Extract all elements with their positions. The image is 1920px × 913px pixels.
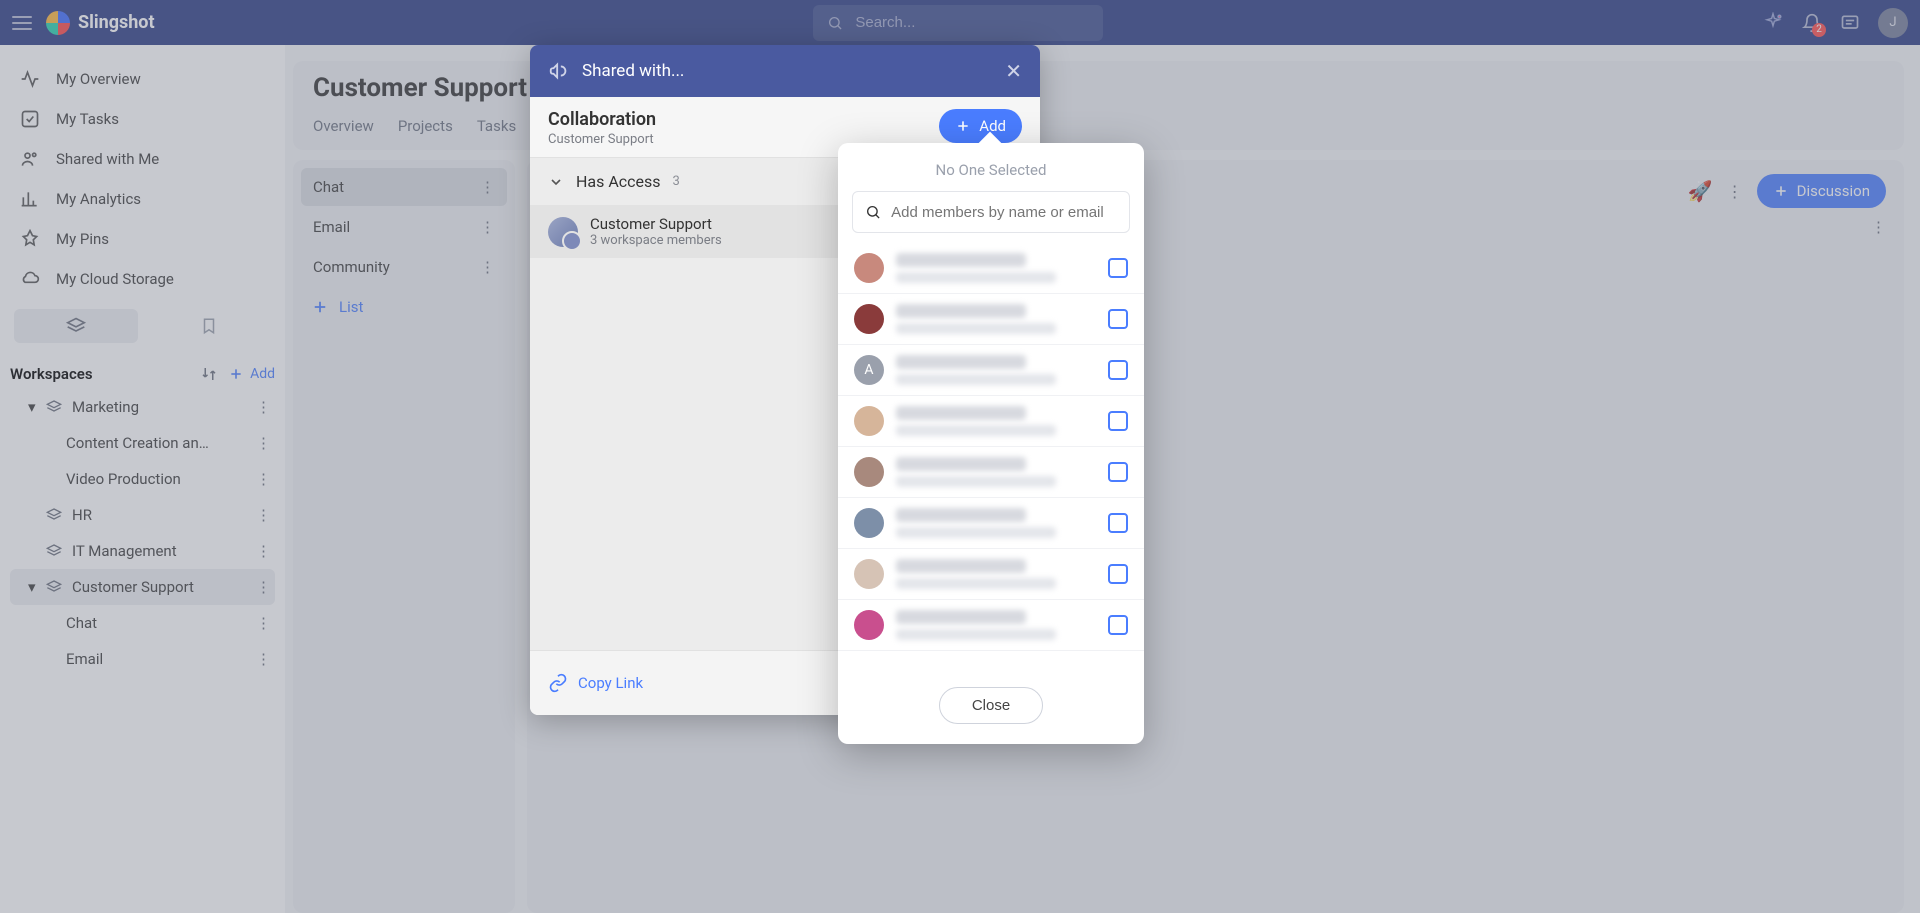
link-icon: [548, 673, 568, 693]
member-checkbox[interactable]: [1108, 360, 1128, 380]
member-info-redacted: [896, 406, 1096, 436]
member-avatar: [548, 217, 578, 247]
member-avatar: [854, 610, 884, 640]
member-avatar: [854, 304, 884, 334]
copy-link-label: Copy Link: [578, 674, 643, 692]
add-label: Add: [979, 117, 1006, 135]
shared-header: Shared with... ✕: [530, 45, 1040, 97]
member-item[interactable]: [838, 243, 1144, 294]
member-info-redacted: [896, 355, 1096, 385]
megaphone-icon: [548, 60, 570, 82]
member-avatar: [854, 457, 884, 487]
member-info-redacted: [896, 508, 1096, 538]
has-access-count: 3: [673, 174, 680, 189]
modal-overlay[interactable]: Shared with... ✕ Collaboration Customer …: [0, 0, 1920, 913]
member-info-redacted: [896, 457, 1096, 487]
shared-title: Shared with...: [582, 61, 684, 81]
member-info-redacted: [896, 610, 1096, 640]
member-item[interactable]: A: [838, 345, 1144, 396]
member-checkbox[interactable]: [1108, 615, 1128, 635]
member-item[interactable]: [838, 447, 1144, 498]
member-name: Customer Support: [590, 215, 722, 233]
member-item[interactable]: [838, 600, 1144, 651]
member-list: A: [838, 243, 1144, 673]
add-button[interactable]: Add: [939, 109, 1022, 143]
member-avatar: [854, 508, 884, 538]
plus-icon: [955, 118, 971, 134]
member-item[interactable]: [838, 294, 1144, 345]
member-checkbox[interactable]: [1108, 309, 1128, 329]
shared-subtitle: Collaboration: [548, 109, 939, 130]
member-info-redacted: [896, 559, 1096, 589]
member-checkbox[interactable]: [1108, 258, 1128, 278]
add-members-popover: No One Selected A Close: [838, 143, 1144, 744]
member-item[interactable]: [838, 396, 1144, 447]
search-icon: [865, 203, 881, 221]
close-button[interactable]: Close: [939, 687, 1043, 724]
popover-heading: No One Selected: [838, 143, 1144, 191]
has-access-label: Has Access: [576, 172, 661, 191]
chevron-down-icon: [548, 174, 564, 190]
member-search[interactable]: [852, 191, 1130, 233]
member-avatar: [854, 406, 884, 436]
member-avatar: [854, 253, 884, 283]
member-search-input[interactable]: [891, 204, 1117, 221]
member-checkbox[interactable]: [1108, 564, 1128, 584]
member-checkbox[interactable]: [1108, 462, 1128, 482]
member-info-redacted: [896, 304, 1096, 334]
member-item[interactable]: [838, 498, 1144, 549]
member-checkbox[interactable]: [1108, 411, 1128, 431]
popover-footer: Close: [838, 673, 1144, 744]
member-item[interactable]: [838, 549, 1144, 600]
member-avatar: A: [854, 355, 884, 385]
member-avatar: [854, 559, 884, 589]
member-info-redacted: [896, 253, 1096, 283]
member-checkbox[interactable]: [1108, 513, 1128, 533]
member-subtitle: 3 workspace members: [590, 233, 722, 248]
close-icon[interactable]: ✕: [1005, 59, 1022, 83]
